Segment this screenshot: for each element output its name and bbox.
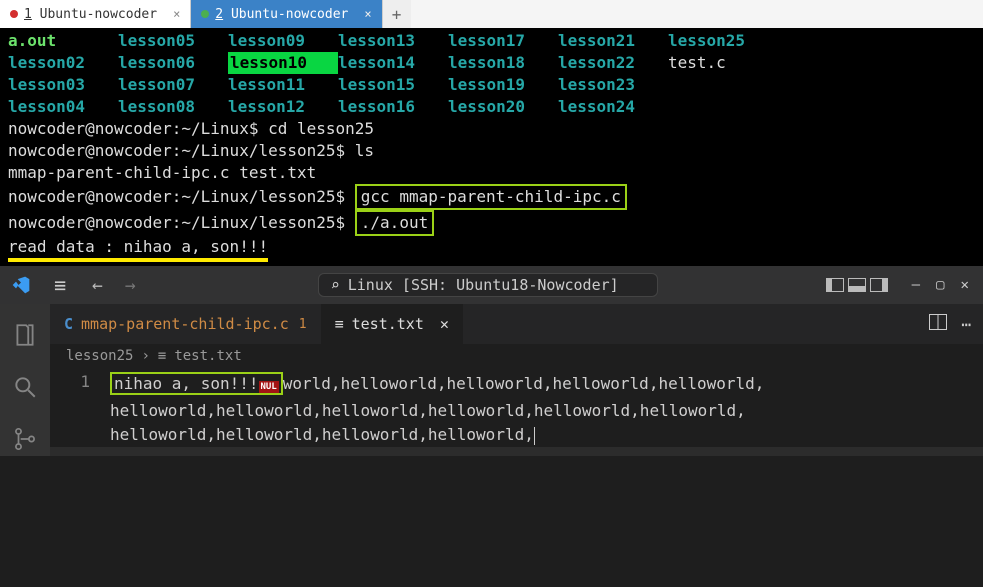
chevron-right-icon: › (141, 348, 149, 364)
terminal-output[interactable]: a.outlesson05lesson09lesson13lesson17les… (0, 28, 983, 266)
close-icon[interactable]: ✕ (440, 315, 449, 333)
toggle-secondary-icon[interactable] (870, 278, 888, 292)
command-center[interactable]: ⌕ Linux [SSH: Ubuntu18-Nowcoder] (318, 273, 658, 297)
nul-marker: NUL (259, 381, 279, 393)
terminal-tab-bar: 1 Ubuntu-nowcoder × 2 Ubuntu-nowcoder × … (0, 0, 983, 28)
text-highlight: nihao a, son!!!NUL (110, 372, 283, 395)
window-maximize-icon[interactable]: ▢ (936, 277, 944, 293)
tab-mmap-c[interactable]: C mmap-parent-child-ipc.c 1 (50, 304, 321, 344)
editor-tabs: C mmap-parent-child-ipc.c 1 ≡ test.txt ✕… (50, 304, 983, 344)
editor-area[interactable]: 1 nihao a, son!!!NULworld,helloworld,hel… (50, 368, 983, 447)
source-control-icon[interactable] (12, 426, 38, 456)
text-file-icon: ≡ (158, 348, 166, 364)
nav-back-icon[interactable]: ← (92, 275, 103, 296)
activity-bar (0, 304, 50, 456)
breadcrumb[interactable]: lesson25 › ≡ test.txt (50, 344, 983, 368)
close-icon[interactable]: × (364, 7, 371, 21)
tab-indicator-dot (10, 10, 18, 18)
terminal-tab-1[interactable]: 1 Ubuntu-nowcoder × (0, 0, 191, 28)
nav-fwd-icon[interactable]: → (125, 275, 136, 296)
search-icon[interactable] (12, 374, 38, 404)
window-close-icon[interactable]: ✕ (961, 277, 969, 293)
window-minimize-icon[interactable]: — (912, 277, 920, 293)
more-icon[interactable]: ⋯ (961, 315, 971, 334)
line-number: 1 (50, 372, 110, 447)
search-icon: ⌕ (331, 276, 340, 294)
text-file-icon: ≡ (335, 315, 344, 333)
vscode-window: ≡ ← → ⌕ Linux [SSH: Ubuntu18-Nowcoder] —… (0, 266, 983, 456)
ls-listing: a.outlesson05lesson09lesson13lesson17les… (8, 30, 975, 118)
terminal-tab-2[interactable]: 2 Ubuntu-nowcoder × (191, 0, 382, 28)
cmd-highlight: ./a.out (355, 210, 434, 236)
editor-content[interactable]: nihao a, son!!!NULworld,helloworld,hello… (110, 372, 764, 447)
c-file-icon: C (64, 315, 73, 333)
new-tab-button[interactable]: + (383, 0, 411, 28)
toggle-sidebar-icon[interactable] (826, 278, 844, 292)
tab-indicator-dot (201, 10, 209, 18)
close-icon[interactable]: × (173, 7, 180, 21)
text-cursor (534, 427, 535, 445)
tab-test-txt[interactable]: ≡ test.txt ✕ (321, 304, 463, 344)
cmd-highlight: gcc mmap-parent-child-ipc.c (355, 184, 627, 210)
vscode-titlebar: ≡ ← → ⌕ Linux [SSH: Ubuntu18-Nowcoder] —… (0, 266, 983, 304)
explorer-icon[interactable] (12, 322, 38, 352)
toggle-panel-icon[interactable] (848, 278, 866, 292)
hamburger-icon[interactable]: ≡ (42, 273, 78, 297)
split-editor-icon[interactable] (929, 314, 947, 334)
output-highlight: read data : nihao a, son!!! (8, 236, 268, 262)
vscode-logo-icon (0, 275, 42, 295)
